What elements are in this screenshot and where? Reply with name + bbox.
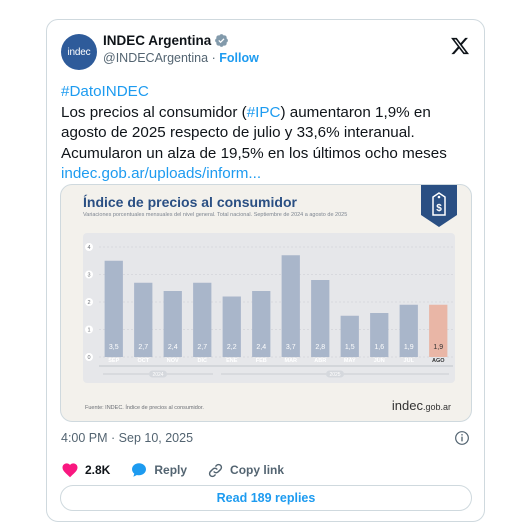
year-label: 2024 xyxy=(152,372,163,378)
brand-main: indec xyxy=(391,398,423,413)
verified-badge-icon xyxy=(215,34,229,47)
x-tick-label: ENE xyxy=(226,358,238,364)
x-tick-label: DIC xyxy=(198,358,208,364)
x-tick-label: MAY xyxy=(344,358,356,364)
copy-link-button[interactable]: Copy link xyxy=(207,462,284,479)
x-tick-label: JUL xyxy=(404,358,415,364)
y-tick-label: 2 xyxy=(87,300,90,306)
y-tick-label: 3 xyxy=(87,273,90,279)
reply-label: Reply xyxy=(154,463,188,477)
y-tick-label: 0 xyxy=(87,355,90,361)
x-tick-label: FEB xyxy=(256,358,267,364)
ipc-bar-chart: 4 3 2 1 0 3,5 SEP 2,7 OCT 2,4 NOV 2,7 DIC 2,2 ENE 2,4 FE… xyxy=(83,233,455,383)
follow-button[interactable]: Follow xyxy=(219,51,259,65)
handle-separator: · xyxy=(211,51,216,65)
chart-source: Fuente: INDEC. Índice de precios al cons… xyxy=(85,405,204,411)
copy-link-label: Copy link xyxy=(230,463,285,477)
info-icon[interactable] xyxy=(454,430,470,446)
bar-value-label: 2,4 xyxy=(256,344,266,351)
bar-value-label: 2,4 xyxy=(168,344,178,351)
price-tag-icon: $ xyxy=(421,185,457,227)
x-tick-label: NOV xyxy=(167,358,179,364)
bar-mar xyxy=(281,255,300,357)
svg-text:$: $ xyxy=(436,203,442,214)
x-tick-label: MAR xyxy=(284,358,297,364)
bar-value-label: 3,5 xyxy=(109,344,119,351)
reply-button[interactable]: Reply xyxy=(130,461,187,479)
x-tick-label: ABR xyxy=(314,358,326,364)
link-icon xyxy=(208,463,223,477)
likes-count: 2.8K xyxy=(85,463,111,477)
bar-value-label: 1,6 xyxy=(374,344,384,351)
reply-bubble-icon xyxy=(132,463,147,477)
avatar[interactable]: indec xyxy=(61,34,97,70)
author-name[interactable]: INDEC Argentina xyxy=(103,33,211,48)
author-block: INDEC Argentina @INDECArgentina · Follow xyxy=(103,33,259,65)
tweet-text: #DatoINDEC Los precios al consumidor (#I… xyxy=(61,82,473,185)
bar-value-label: 2,7 xyxy=(197,344,207,351)
hashtag-datoindec[interactable]: #DatoINDEC xyxy=(61,83,149,100)
bar-value-label: 1,9 xyxy=(404,344,414,351)
brand-suffix: .gob.ar xyxy=(422,402,451,412)
hashtag-ipc[interactable]: #IPC xyxy=(247,104,281,121)
tweet-timestamp[interactable]: 4:00 PM · Sep 10, 2025 xyxy=(61,431,193,445)
indec-brand-logo: indec.gob.ar xyxy=(392,398,451,413)
chart-subtitle: Variaciones porcentuales mensuales del n… xyxy=(83,212,348,218)
tweet-card: indec INDEC Argentina @INDECArgentina · … xyxy=(46,19,485,522)
tweet-text-part-a: Los precios al consumidor ( xyxy=(61,103,247,121)
chart-title: Índice de precios al consumidor xyxy=(83,194,297,210)
bar-sep xyxy=(104,260,123,357)
x-tick-label: AGO xyxy=(432,358,445,364)
action-bar: 2.8K Reply Copy link xyxy=(61,461,304,479)
tweet-link[interactable]: indec.gob.ar/uploads/inform... xyxy=(61,165,261,182)
y-tick-label: 4 xyxy=(87,245,90,251)
x-logo-icon[interactable] xyxy=(450,36,470,56)
y-tick-label: 1 xyxy=(87,328,90,334)
bar-value-label: 2,7 xyxy=(138,344,148,351)
bar-value-label: 2,2 xyxy=(227,344,237,351)
x-tick-label: JUN xyxy=(374,358,385,364)
bar-value-label: 2,8 xyxy=(315,344,325,351)
tweet-header: indec INDEC Argentina @INDECArgentina · … xyxy=(61,32,470,72)
media-image[interactable]: Índice de precios al consumidor Variacio… xyxy=(60,184,472,422)
bar-value-label: 3,7 xyxy=(286,344,296,351)
year-label: 2025 xyxy=(329,372,340,378)
bar-value-label: 1,5 xyxy=(345,344,355,351)
author-handle[interactable]: @INDECArgentina xyxy=(103,51,208,65)
like-button[interactable]: 2.8K xyxy=(61,461,110,479)
x-tick-label: SEP xyxy=(108,358,119,364)
read-replies-button[interactable]: Read 189 replies xyxy=(60,485,472,511)
bar-value-label: 1,9 xyxy=(433,344,443,351)
x-tick-label: OCT xyxy=(137,358,149,364)
heart-icon xyxy=(62,463,78,478)
